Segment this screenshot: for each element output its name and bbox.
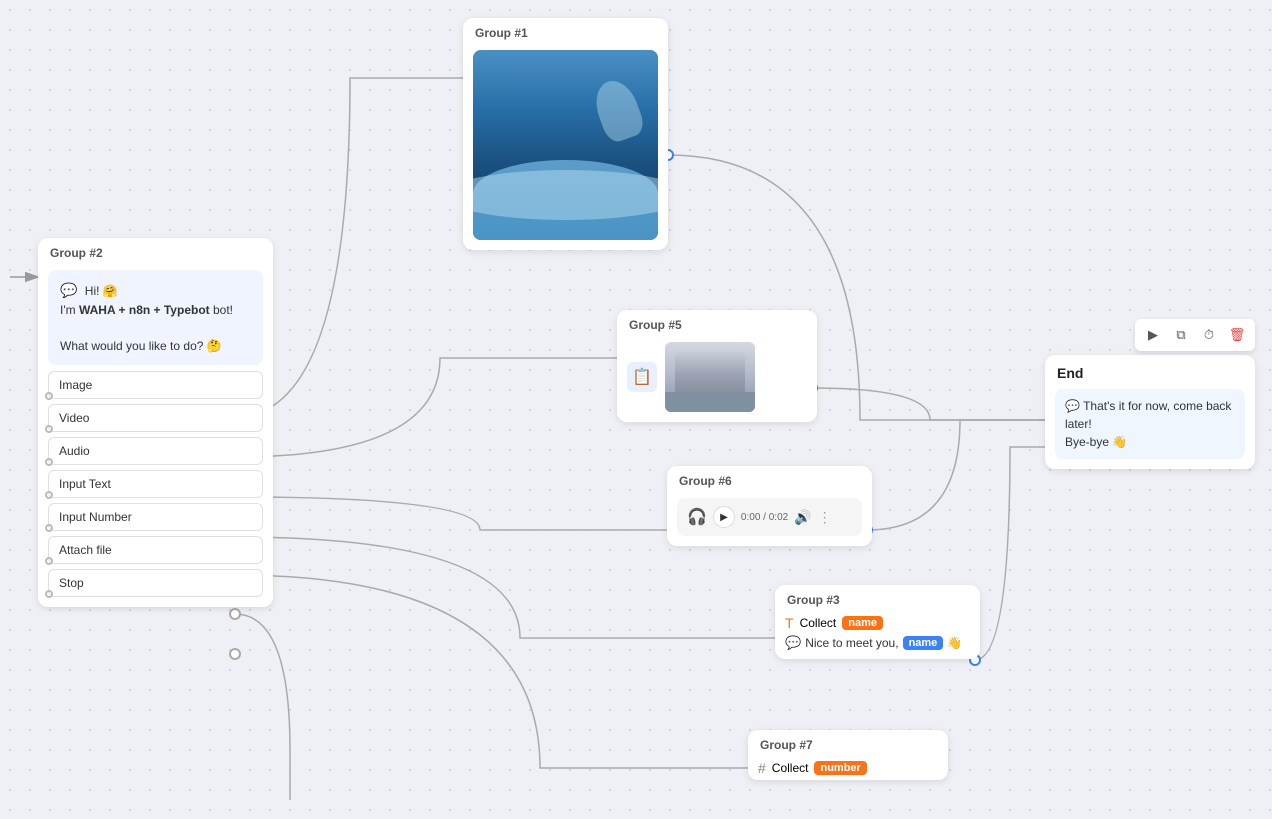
option-stop[interactable]: Stop bbox=[48, 569, 263, 597]
group7-node: Group #7 # Collect number bbox=[748, 730, 948, 780]
collect-label-7: Collect bbox=[772, 761, 809, 775]
end-title: End bbox=[1045, 355, 1255, 383]
end-node: ▶ ⧉ ⏱ 🗑 End 💬 That's it for now, come ba… bbox=[1045, 355, 1255, 469]
group5-title: Group #5 bbox=[617, 310, 817, 336]
name-tag: name bbox=[842, 616, 883, 630]
wave-image bbox=[473, 50, 658, 240]
option-input-number[interactable]: Input Number bbox=[48, 503, 263, 531]
time-display: 0:00 / 0:02 bbox=[741, 512, 788, 523]
collect-icon: T bbox=[785, 615, 794, 631]
group7-collect-row: # Collect number bbox=[758, 760, 938, 776]
option-input-text[interactable]: Input Text bbox=[48, 470, 263, 498]
group2-title: Group #2 bbox=[38, 238, 273, 264]
group2-options-list: Image Video Audio Input Text Input N bbox=[48, 371, 263, 597]
opt-attachfile-label: Attach file bbox=[59, 543, 112, 557]
opt-inputnumber-label: Input Number bbox=[59, 510, 132, 524]
collect-label: Collect bbox=[800, 616, 837, 630]
copy-toolbar-btn[interactable]: ⧉ bbox=[1169, 323, 1193, 347]
group2-chat-bubble: 💬 Hi! 🤗 I'm WAHA + n8n + Typebot bot! Wh… bbox=[48, 270, 263, 365]
room-image bbox=[665, 342, 755, 412]
end-chat-bubble: 💬 That's it for now, come back later! By… bbox=[1055, 389, 1245, 459]
group6-title: Group #6 bbox=[667, 466, 872, 492]
option-audio[interactable]: Audio bbox=[48, 437, 263, 465]
group1-node: Group #1 🖼️ bbox=[463, 18, 668, 250]
msg-prefix: Nice to meet you, bbox=[805, 636, 898, 650]
end-msg-icon: 💬 bbox=[1065, 399, 1080, 413]
group5-node: Group #5 📋 bbox=[617, 310, 817, 422]
message-icon: 💬 bbox=[785, 635, 801, 651]
group3-message-row: 💬 Nice to meet you, name 👋 bbox=[785, 635, 970, 651]
group7-title: Group #7 bbox=[748, 730, 948, 756]
more-options-icon[interactable]: ⋮ bbox=[818, 509, 832, 526]
name-var-tag: name bbox=[903, 636, 944, 650]
volume-icon: 🔊 bbox=[794, 509, 811, 526]
option-video[interactable]: Video bbox=[48, 404, 263, 432]
option-image[interactable]: Image bbox=[48, 371, 263, 399]
audio-player: 🎧 ▶ 0:00 / 0:02 🔊 ⋮ bbox=[677, 498, 862, 536]
headphones-icon: 🎧 bbox=[687, 507, 707, 527]
group6-node: Group #6 🎧 ▶ 0:00 / 0:02 🔊 ⋮ bbox=[667, 466, 872, 546]
file-icon: 📋 bbox=[627, 362, 657, 392]
number-tag: number bbox=[814, 761, 866, 775]
opt-inputtext-label: Input Text bbox=[59, 477, 111, 491]
play-toolbar-btn[interactable]: ▶ bbox=[1141, 323, 1165, 347]
opt-image-label: Image bbox=[59, 378, 92, 392]
node-toolbar: ▶ ⧉ ⏱ 🗑 bbox=[1135, 319, 1255, 351]
delete-toolbar-btn[interactable]: 🗑 bbox=[1225, 323, 1249, 347]
opt-audio-label: Audio bbox=[59, 444, 90, 458]
opt-stop-label: Stop bbox=[59, 576, 84, 590]
group1-image-container: 🖼️ bbox=[473, 50, 658, 240]
msg-suffix: 👋 bbox=[947, 636, 962, 650]
option-attach-file[interactable]: Attach file bbox=[48, 536, 263, 564]
group3-node: Group #3 T Collect name 💬 Nice to meet y… bbox=[775, 585, 980, 659]
group1-title: Group #1 bbox=[463, 18, 668, 44]
opt-video-label: Video bbox=[59, 411, 89, 425]
group5-content: 📋 bbox=[627, 342, 807, 412]
timer-toolbar-btn[interactable]: ⏱ bbox=[1197, 323, 1221, 347]
number-icon: # bbox=[758, 760, 766, 776]
chat-icon: 💬 bbox=[60, 282, 77, 298]
group3-title: Group #3 bbox=[775, 585, 980, 611]
group2-node: Group #2 💬 Hi! 🤗 I'm WAHA + n8n + Typebo… bbox=[38, 238, 273, 607]
play-button[interactable]: ▶ bbox=[713, 506, 735, 528]
group3-collect-row: T Collect name bbox=[785, 615, 970, 631]
